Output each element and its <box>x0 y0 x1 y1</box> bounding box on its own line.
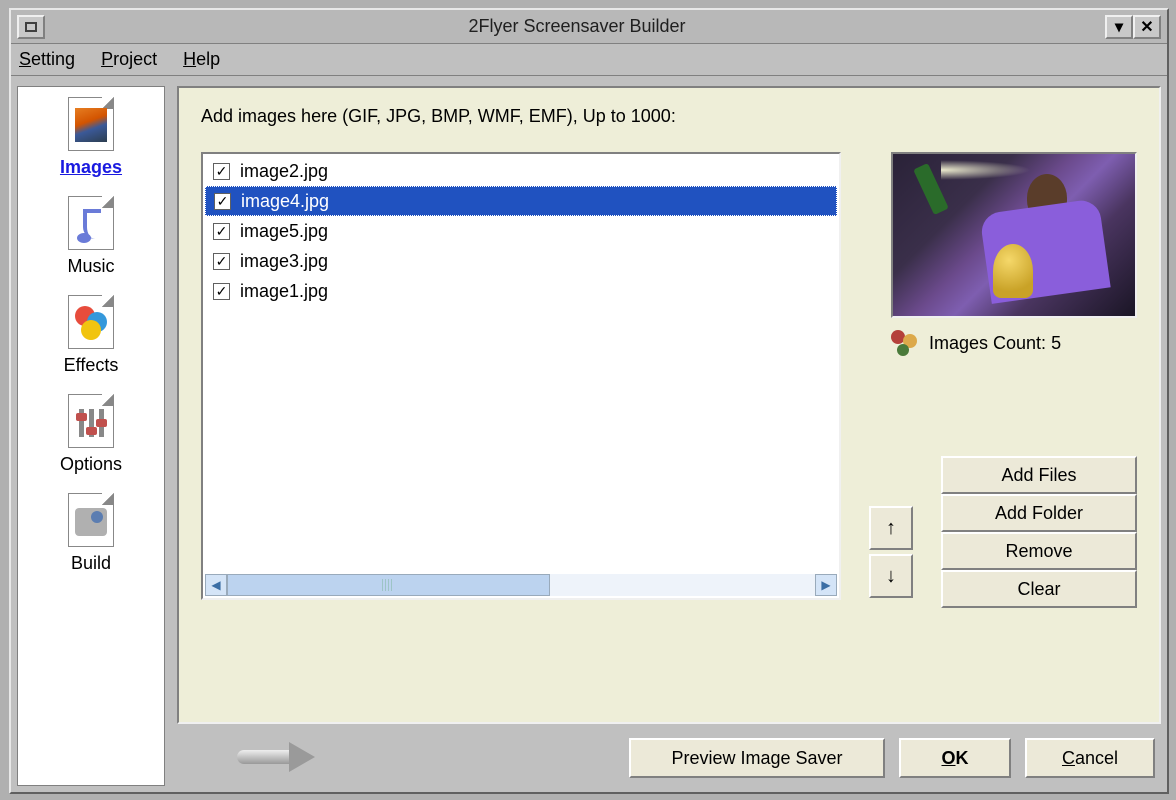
sidebar-item-music[interactable]: Music <box>67 196 114 277</box>
image-count-row: Images Count: 5 <box>891 330 1137 356</box>
sidebar-label-music: Music <box>67 256 114 277</box>
effects-icon <box>68 295 114 349</box>
minimize-button[interactable]: ▾ <box>1105 15 1133 39</box>
film-reel-icon <box>891 330 917 356</box>
file-name: image3.jpg <box>240 251 328 272</box>
app-window: 2Flyer Screensaver Builder ▾ ✕ Setting P… <box>9 8 1169 794</box>
scroll-left-button[interactable]: ◀ <box>205 574 227 596</box>
system-menu-button[interactable] <box>17 15 45 39</box>
sidebar-label-options: Options <box>60 454 122 475</box>
options-icon <box>68 394 114 448</box>
music-icon <box>68 196 114 250</box>
scroll-right-button[interactable]: ▶ <box>815 574 837 596</box>
list-item[interactable]: ✓ image5.jpg <box>205 216 837 246</box>
move-down-button[interactable]: ↓ <box>869 554 913 598</box>
add-folder-button[interactable]: Add Folder <box>941 494 1137 532</box>
close-button[interactable]: ✕ <box>1133 15 1161 39</box>
bottom-bar: Preview Image Saver OK Cancel <box>177 730 1161 786</box>
sidebar-item-build[interactable]: Build <box>68 493 114 574</box>
image-preview <box>891 152 1137 318</box>
menu-project[interactable]: Project <box>101 49 157 70</box>
menu-setting[interactable]: Setting <box>19 49 75 70</box>
sidebar-label-effects: Effects <box>64 355 119 376</box>
cancel-button[interactable]: Cancel <box>1025 738 1155 778</box>
checkbox[interactable]: ✓ <box>213 283 230 300</box>
build-icon <box>68 493 114 547</box>
checkbox[interactable]: ✓ <box>213 223 230 240</box>
list-item[interactable]: ✓ image1.jpg <box>205 276 837 306</box>
sidebar: Images Music Effects Options Build <box>17 86 165 786</box>
list-item[interactable]: ✓ image4.jpg <box>205 186 837 216</box>
checkbox[interactable]: ✓ <box>213 253 230 270</box>
file-name: image2.jpg <box>240 161 328 182</box>
file-name: image1.jpg <box>240 281 328 302</box>
scroll-track[interactable] <box>227 574 815 596</box>
sidebar-label-images: Images <box>60 157 122 178</box>
arrow-icon <box>237 742 327 772</box>
list-item[interactable]: ✓ image3.jpg <box>205 246 837 276</box>
move-up-button[interactable]: ↑ <box>869 506 913 550</box>
checkbox[interactable]: ✓ <box>214 193 231 210</box>
titlebar: 2Flyer Screensaver Builder ▾ ✕ <box>11 10 1167 44</box>
images-icon <box>68 97 114 151</box>
sidebar-item-effects[interactable]: Effects <box>64 295 119 376</box>
instruction-text: Add images here (GIF, JPG, BMP, WMF, EMF… <box>201 106 1137 127</box>
preview-button[interactable]: Preview Image Saver <box>629 738 885 778</box>
file-list[interactable]: ✓ image2.jpg ✓ image4.jpg ✓ image5.jpg ✓ image3… <box>201 152 841 600</box>
scroll-thumb[interactable] <box>227 574 550 596</box>
image-count-label: Images Count: 5 <box>929 333 1061 354</box>
checkbox[interactable]: ✓ <box>213 163 230 180</box>
menubar: Setting Project Help <box>11 44 1167 76</box>
clear-button[interactable]: Clear <box>941 570 1137 608</box>
add-files-button[interactable]: Add Files <box>941 456 1137 494</box>
list-item[interactable]: ✓ image2.jpg <box>205 156 837 186</box>
file-name: image5.jpg <box>240 221 328 242</box>
main-panel: Add images here (GIF, JPG, BMP, WMF, EMF… <box>177 86 1161 724</box>
horizontal-scrollbar[interactable]: ◀ ▶ <box>205 574 837 596</box>
window-title: 2Flyer Screensaver Builder <box>49 16 1105 37</box>
sidebar-item-images[interactable]: Images <box>60 97 122 178</box>
menu-help[interactable]: Help <box>183 49 220 70</box>
remove-button[interactable]: Remove <box>941 532 1137 570</box>
sidebar-label-build: Build <box>71 553 111 574</box>
file-name: image4.jpg <box>241 191 329 212</box>
sidebar-item-options[interactable]: Options <box>60 394 122 475</box>
ok-button[interactable]: OK <box>899 738 1011 778</box>
